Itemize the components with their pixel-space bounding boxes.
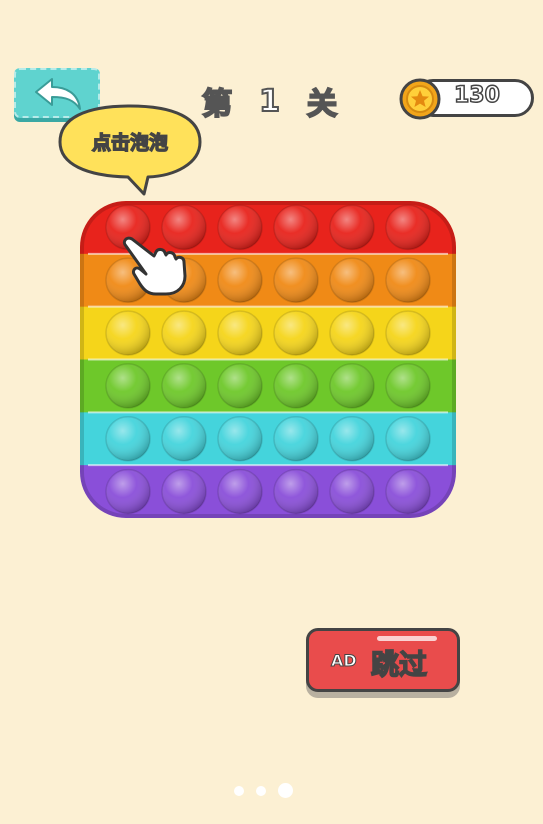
popit-bubble[interactable] xyxy=(161,416,207,462)
pager-dot[interactable] xyxy=(278,783,293,798)
level-title: 第 1 关 xyxy=(185,78,355,124)
popit-bubble[interactable] xyxy=(329,257,375,303)
popit-bubble[interactable] xyxy=(273,363,319,409)
popit-bubble[interactable] xyxy=(161,363,207,409)
popit-bubble[interactable] xyxy=(329,363,375,409)
popit-bubble[interactable] xyxy=(217,363,263,409)
pager-dots xyxy=(228,782,298,800)
popit-bubble[interactable] xyxy=(273,310,319,356)
popit-bubble[interactable] xyxy=(385,204,431,251)
popit-bubble[interactable] xyxy=(329,416,375,462)
popit-bubble[interactable] xyxy=(385,363,431,409)
popit-bubble[interactable] xyxy=(273,257,319,303)
popit-bubble[interactable] xyxy=(217,310,263,356)
popit-bubble[interactable] xyxy=(105,416,151,462)
popit-bubble[interactable] xyxy=(105,363,151,409)
button-shine xyxy=(377,636,437,641)
level-suffix: 关 xyxy=(306,86,338,123)
popit-bubble[interactable] xyxy=(385,468,431,515)
coin-value: 130 xyxy=(453,82,500,109)
popit-bubble[interactable] xyxy=(161,468,207,515)
tip-text: 点击泡泡 xyxy=(91,131,168,154)
pager-dot[interactable] xyxy=(234,786,244,796)
popit-bubble[interactable] xyxy=(217,416,263,462)
pager-dot[interactable] xyxy=(256,786,266,796)
level-prefix: 第 xyxy=(201,86,234,123)
popit-bubble[interactable] xyxy=(329,310,375,356)
popit-bubble[interactable] xyxy=(329,204,375,251)
ad-label: AD xyxy=(331,651,358,671)
popit-bubble[interactable] xyxy=(161,310,207,356)
tap-hand-icon xyxy=(122,236,187,296)
skip-label: 跳过 xyxy=(370,647,428,682)
popit-bubble[interactable] xyxy=(105,310,151,356)
popit-bubble[interactable] xyxy=(217,468,263,515)
popit-bubble[interactable] xyxy=(105,468,151,515)
popit-bubble[interactable] xyxy=(385,310,431,356)
popit-bubble[interactable] xyxy=(385,257,431,303)
coin-counter: 130 xyxy=(398,77,536,120)
popit-bubble[interactable] xyxy=(273,204,319,251)
ad-skip-button[interactable]: AD 跳过 xyxy=(306,628,460,692)
tip-bubble: 点击泡泡 xyxy=(56,102,204,198)
level-number: 1 xyxy=(258,83,281,120)
popit-bubble[interactable] xyxy=(217,204,263,251)
popit-bubble[interactable] xyxy=(217,257,263,303)
popit-bubble[interactable] xyxy=(273,416,319,462)
popit-bubble[interactable] xyxy=(273,468,319,515)
popit-bubble[interactable] xyxy=(385,416,431,462)
coin-icon xyxy=(399,78,441,120)
popit-bubble[interactable] xyxy=(329,468,375,515)
